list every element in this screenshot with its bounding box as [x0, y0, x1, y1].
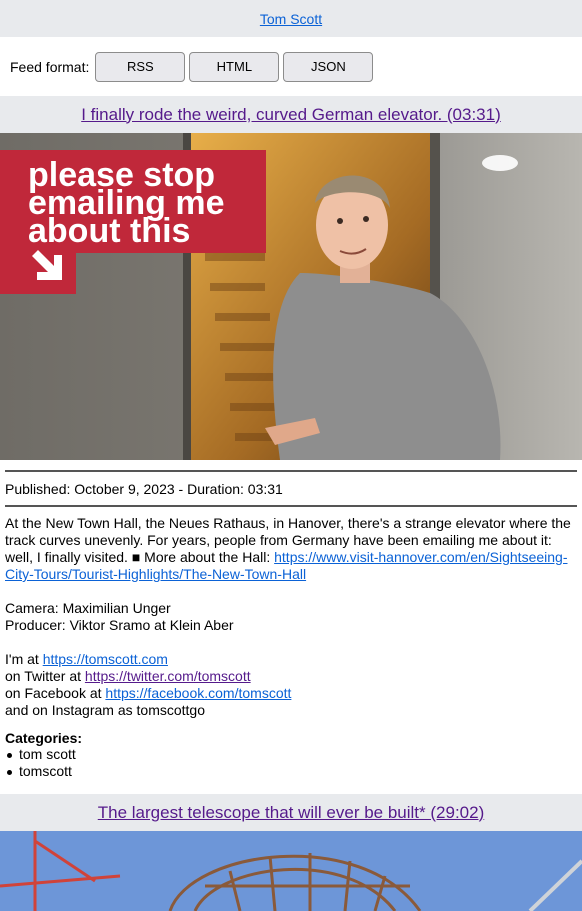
- json-button[interactable]: JSON: [283, 51, 374, 82]
- video-details: Published: October 9, 2023 - Duration: 0…: [0, 460, 582, 780]
- html-button[interactable]: HTML: [189, 51, 280, 82]
- categories-list: tom scott tomscott: [5, 746, 577, 780]
- thumbnail-text-line-3: about this: [28, 212, 190, 250]
- instagram-line: and on Instagram as tomscottgo: [5, 702, 205, 718]
- twitter-link[interactable]: https://twitter.com/tomscott: [85, 668, 251, 684]
- feed-format-label: Feed format:: [10, 58, 90, 75]
- site-prefix: I'm at: [5, 651, 43, 667]
- categories-heading: Categories:: [5, 730, 83, 746]
- video-description: At the New Town Hall, the Neues Rathaus,…: [5, 515, 577, 719]
- producer-credit: Producer: Viktor Sramo at Klein Aber: [5, 617, 234, 633]
- video-thumbnail[interactable]: please stop emailing me about this: [0, 133, 582, 460]
- video-title-bar: I finally rode the weird, curved German …: [0, 96, 582, 133]
- twitter-prefix: on Twitter at: [5, 668, 85, 684]
- facebook-link[interactable]: https://facebook.com/tomscott: [105, 685, 291, 701]
- divider-bottom: [5, 505, 577, 507]
- camera-credit: Camera: Maximilian Unger: [5, 600, 171, 616]
- channel-header: Tom Scott: [0, 0, 582, 37]
- facebook-prefix: on Facebook at: [5, 685, 106, 701]
- next-video-thumbnail[interactable]: [0, 831, 582, 911]
- feed-format-row: Feed format: RSS HTML JSON: [0, 37, 582, 96]
- next-video-title-bar: The largest telescope that will ever be …: [0, 794, 582, 831]
- thumbnail-image: please stop emailing me about this: [0, 133, 582, 460]
- site-link[interactable]: https://tomscott.com: [43, 651, 168, 667]
- video-title-link[interactable]: I finally rode the weird, curved German …: [81, 105, 501, 125]
- next-thumbnail-image: [0, 831, 582, 911]
- next-video-title-link[interactable]: The largest telescope that will ever be …: [98, 803, 484, 823]
- category-item: tomscott: [5, 763, 577, 780]
- category-item: tom scott: [5, 746, 577, 763]
- rss-button[interactable]: RSS: [95, 51, 186, 82]
- published-info: Published: October 9, 2023 - Duration: 0…: [5, 481, 283, 497]
- channel-link[interactable]: Tom Scott: [260, 11, 322, 27]
